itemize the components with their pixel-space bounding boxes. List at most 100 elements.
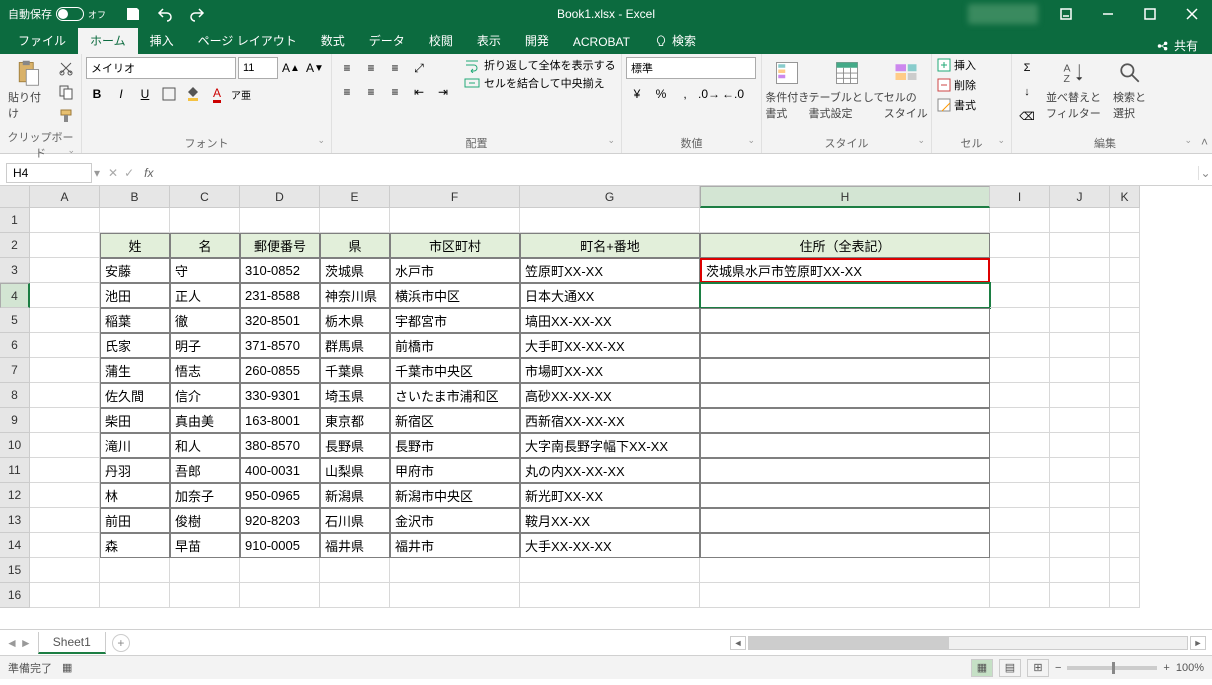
save-button[interactable] (122, 3, 144, 25)
shrink-font-button[interactable]: A▼ (304, 57, 326, 79)
cell-G15[interactable] (520, 558, 700, 583)
select-all-corner[interactable] (0, 186, 30, 208)
cell-E11[interactable]: 山梨県 (320, 458, 390, 483)
formula-input[interactable] (158, 164, 1199, 182)
italic-button[interactable]: I (110, 83, 132, 105)
cancel-formula-button[interactable]: ✕ (108, 166, 118, 180)
cell-J3[interactable] (1050, 258, 1110, 283)
cell-C3[interactable]: 守 (170, 258, 240, 283)
autosum-button[interactable]: Σ (1016, 57, 1038, 79)
tab-layout[interactable]: ページ レイアウト (186, 27, 309, 54)
cell-K14[interactable] (1110, 533, 1140, 558)
column-header-E[interactable]: E (320, 186, 390, 208)
cell-B3[interactable]: 安藤 (100, 258, 170, 283)
horizontal-scrollbar[interactable] (748, 636, 1188, 650)
row-header-16[interactable]: 16 (0, 583, 30, 608)
cell-A16[interactable] (30, 583, 100, 608)
cell-A9[interactable] (30, 408, 100, 433)
row-header-15[interactable]: 15 (0, 558, 30, 583)
row-header-3[interactable]: 3 (0, 258, 30, 283)
cell-G8[interactable]: 高砂XX-XX-XX (520, 383, 700, 408)
fx-icon[interactable]: fx (140, 166, 157, 180)
cell-F14[interactable]: 福井市 (390, 533, 520, 558)
cell-E8[interactable]: 埼玉県 (320, 383, 390, 408)
cell-I9[interactable] (990, 408, 1050, 433)
cell-F5[interactable]: 宇都宮市 (390, 308, 520, 333)
row-header-14[interactable]: 14 (0, 533, 30, 558)
cell-H3[interactable]: 茨城県水戸市笠原町XX-XX (700, 258, 990, 283)
inc-decimal-button[interactable]: .0→ (698, 83, 720, 105)
number-format-select[interactable] (626, 57, 756, 79)
cell-C10[interactable]: 和人 (170, 433, 240, 458)
cell-I16[interactable] (990, 583, 1050, 608)
cell-B9[interactable]: 柴田 (100, 408, 170, 433)
cell-J1[interactable] (1050, 208, 1110, 233)
cell-A15[interactable] (30, 558, 100, 583)
tab-review[interactable]: 校閲 (417, 27, 465, 54)
wrap-text-button[interactable]: 折り返して全体を表示する (464, 57, 616, 73)
row-header-1[interactable]: 1 (0, 208, 30, 233)
delete-cells-button[interactable]: 削除 (936, 77, 976, 93)
cell-K7[interactable] (1110, 358, 1140, 383)
column-header-F[interactable]: F (390, 186, 520, 208)
cell-G12[interactable]: 新光町XX-XX (520, 483, 700, 508)
zoom-in-button[interactable]: + (1163, 662, 1169, 674)
sheet-nav-next[interactable]: ► (20, 636, 32, 650)
cell-I13[interactable] (990, 508, 1050, 533)
zoom-level[interactable]: 100% (1176, 662, 1204, 674)
cell-C4[interactable]: 正人 (170, 283, 240, 308)
tab-file[interactable]: ファイル (6, 27, 78, 54)
align-bottom-button[interactable]: ≡ (384, 57, 406, 79)
close-button[interactable] (1172, 0, 1212, 28)
indent-inc-button[interactable]: ⇥ (432, 81, 454, 103)
cell-H10[interactable] (700, 433, 990, 458)
cell-C5[interactable]: 徹 (170, 308, 240, 333)
cell-B14[interactable]: 森 (100, 533, 170, 558)
cell-E10[interactable]: 長野県 (320, 433, 390, 458)
align-top-button[interactable]: ≡ (336, 57, 358, 79)
autosave-toggle[interactable]: 自動保存 オフ (0, 6, 114, 22)
cell-D13[interactable]: 920-8203 (240, 508, 320, 533)
cell-K6[interactable] (1110, 333, 1140, 358)
cell-A8[interactable] (30, 383, 100, 408)
cell-A2[interactable] (30, 233, 100, 258)
row-header-8[interactable]: 8 (0, 383, 30, 408)
cell-A1[interactable] (30, 208, 100, 233)
cell-I6[interactable] (990, 333, 1050, 358)
redo-button[interactable] (186, 3, 208, 25)
cell-G2[interactable]: 町名+番地 (520, 233, 700, 258)
cell-I3[interactable] (990, 258, 1050, 283)
cell-I1[interactable] (990, 208, 1050, 233)
scroll-left-button[interactable]: ◄ (730, 636, 746, 650)
sheet-nav-prev[interactable]: ◄ (6, 636, 18, 650)
cell-D4[interactable]: 231-8588 (240, 283, 320, 308)
cell-B15[interactable] (100, 558, 170, 583)
cell-I14[interactable] (990, 533, 1050, 558)
row-header-12[interactable]: 12 (0, 483, 30, 508)
cell-B11[interactable]: 丹羽 (100, 458, 170, 483)
cell-F2[interactable]: 市区町村 (390, 233, 520, 258)
cell-K8[interactable] (1110, 383, 1140, 408)
row-header-2[interactable]: 2 (0, 233, 30, 258)
cell-B5[interactable]: 稲葉 (100, 308, 170, 333)
cell-K10[interactable] (1110, 433, 1140, 458)
cell-C11[interactable]: 吾郎 (170, 458, 240, 483)
cell-B7[interactable]: 蒲生 (100, 358, 170, 383)
cell-B2[interactable]: 姓 (100, 233, 170, 258)
comma-button[interactable]: , (674, 83, 696, 105)
cell-K11[interactable] (1110, 458, 1140, 483)
cell-A4[interactable] (30, 283, 100, 308)
row-header-9[interactable]: 9 (0, 408, 30, 433)
copy-button[interactable] (55, 81, 77, 103)
column-header-K[interactable]: K (1110, 186, 1140, 208)
cell-A6[interactable] (30, 333, 100, 358)
cell-G13[interactable]: 鞍月XX-XX (520, 508, 700, 533)
cell-F15[interactable] (390, 558, 520, 583)
column-header-G[interactable]: G (520, 186, 700, 208)
cell-H12[interactable] (700, 483, 990, 508)
cell-K16[interactable] (1110, 583, 1140, 608)
cell-K2[interactable] (1110, 233, 1140, 258)
cell-E12[interactable]: 新潟県 (320, 483, 390, 508)
cell-B1[interactable] (100, 208, 170, 233)
clear-button[interactable]: ⌫ (1016, 105, 1038, 127)
